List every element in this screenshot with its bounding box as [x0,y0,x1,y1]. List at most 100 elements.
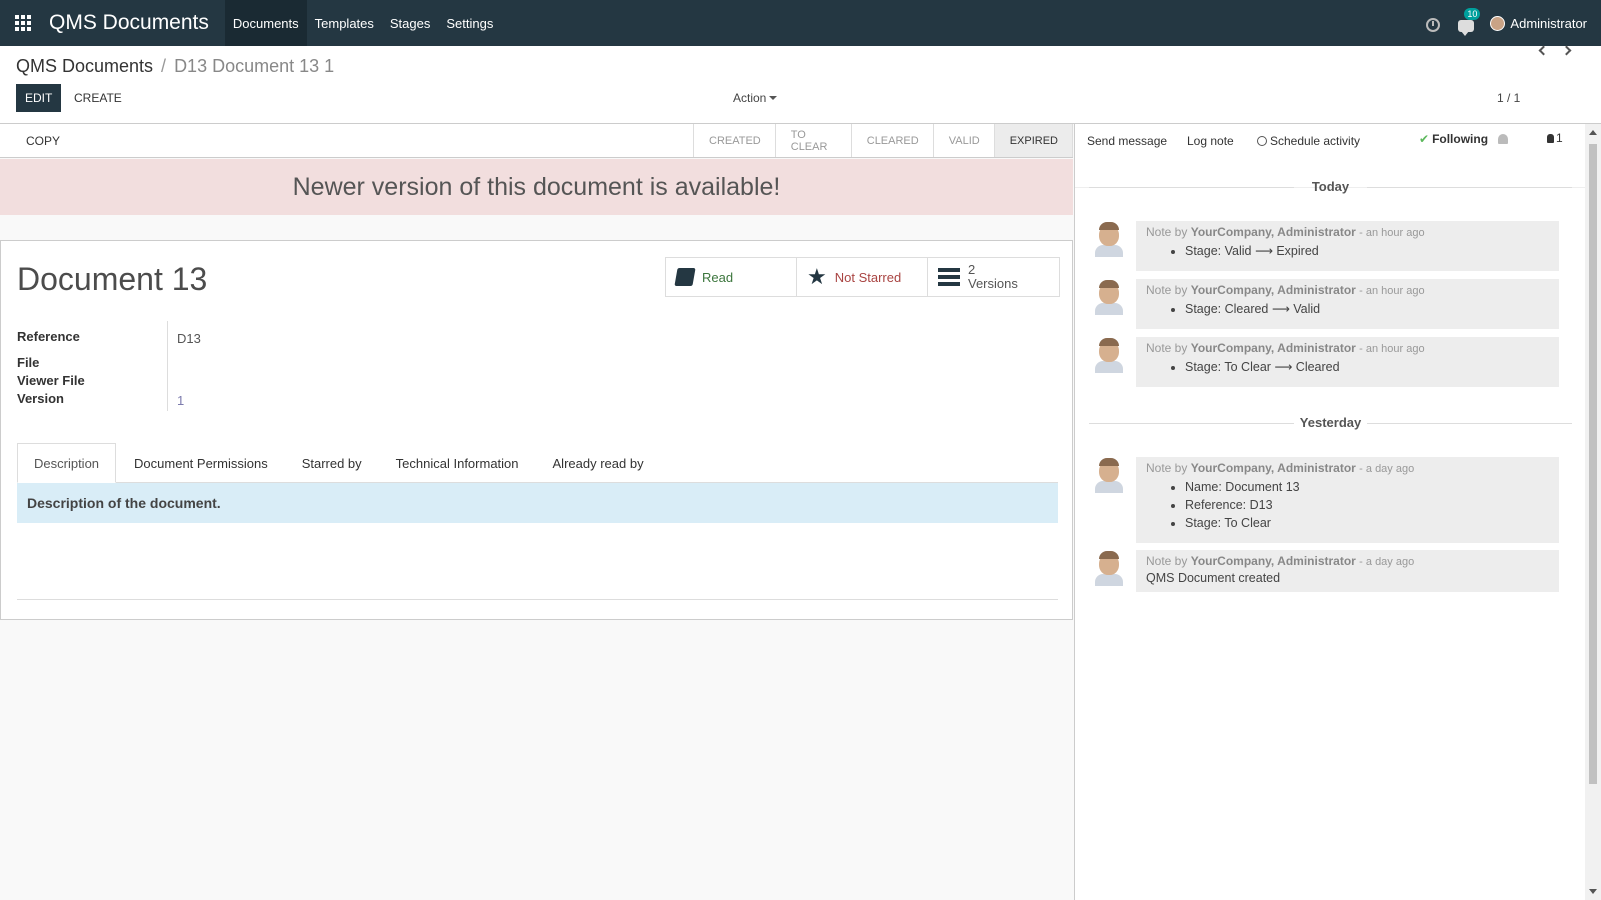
tracking-value: Name: Document 13 [1185,478,1549,496]
read-button[interactable]: Read [666,258,797,296]
message-author[interactable]: YourCompany, Administrator [1191,554,1356,568]
tracking-value: Stage: To Clear [1185,514,1549,532]
user-avatar[interactable] [1490,15,1506,31]
copy-button[interactable]: COPY [26,134,60,148]
not-starred-label: Not Starred [834,269,902,285]
tracking-value: Reference: D13 [1185,496,1549,514]
apps-menu-icon[interactable] [0,0,46,46]
caret-down-icon [769,96,778,100]
tab-technical-information[interactable]: Technical Information [380,443,535,483]
log-note-button[interactable]: Log note [1187,134,1234,148]
author-avatar[interactable] [1095,551,1123,589]
reference-label: Reference [17,329,80,344]
message-author[interactable]: YourCompany, Administrator [1191,461,1356,475]
person-icon [1547,134,1554,143]
schedule-activity-button[interactable]: Schedule activity [1257,134,1360,148]
author-avatar[interactable] [1095,338,1123,376]
menu-item-stages[interactable]: Stages [382,0,438,46]
message-date: - a day ago [1359,463,1415,475]
message-author[interactable]: YourCompany, Administrator [1191,341,1356,355]
message-prefix: Note by [1146,283,1188,297]
chat-counter-badge: 10 [1464,8,1481,20]
following-label: Following [1432,132,1489,146]
form-view: COPY CREATED TO CLEAR CLEARED VALID EXPI… [0,124,1073,900]
edit-button[interactable]: EDIT [16,84,62,112]
newer-version-alert: Newer version of this document is availa… [0,159,1073,215]
chevron-right-icon [1561,45,1572,56]
followers-button[interactable]: 1 [1547,131,1563,145]
tab-document-permissions[interactable]: Document Permissions [118,443,284,483]
stage-to-clear[interactable]: TO CLEAR [776,124,852,157]
list-icon [938,268,960,286]
versions-label: Versions [968,276,1018,291]
star-button[interactable]: ★ Not Starred [797,258,928,296]
tab-description[interactable]: Description [17,443,117,483]
stage-created[interactable]: CREATED [694,124,776,157]
field-divider [167,321,168,411]
following-button[interactable]: ✔ Following [1419,132,1488,146]
read-label: Read [702,269,734,285]
form-sheet: Document 13 Read ★ Not Starred 2 Version… [0,240,1073,620]
breadcrumb-root-link[interactable]: QMS Documents [16,56,153,77]
author-avatar[interactable] [1095,458,1123,496]
scrollbar-thumb[interactable] [1589,144,1597,784]
menu-item-documents[interactable]: Documents [224,0,307,46]
control-panel: QMS Documents / D13 Document 13 1 EDIT C… [0,46,1601,124]
message-date: - an hour ago [1359,285,1425,297]
message-prefix: Note by [1146,341,1188,355]
versions-count: 2 [968,262,976,277]
versions-button[interactable]: 2 Versions [928,258,1059,296]
tab-starred-by[interactable]: Starred by [286,443,378,483]
reference-value: D13 [177,331,201,346]
top-navbar: QMS Documents Documents Templates Stages… [0,0,1601,46]
version-value[interactable]: 1 [177,393,184,408]
message-date: - an hour ago [1359,343,1425,355]
scroll-down-arrow-icon[interactable] [1589,889,1597,894]
tracking-value: Stage: Cleared ⟶ Valid [1185,300,1549,318]
pager-previous-button[interactable] [1537,44,1549,58]
main-menu: Documents Templates Stages Settings [224,0,501,46]
vertical-scrollbar[interactable] [1585,124,1601,900]
file-label: File [17,355,40,370]
breadcrumb: QMS Documents / D13 Document 13 1 [16,56,334,77]
chevron-left-icon [1538,45,1549,56]
menu-item-templates[interactable]: Templates [307,0,382,46]
stage-valid[interactable]: VALID [934,124,995,157]
message-prefix: Note by [1146,461,1188,475]
message-author[interactable]: YourCompany, Administrator [1191,283,1356,297]
author-avatar[interactable] [1095,222,1123,260]
message-date: - a day ago [1359,556,1415,568]
bell-icon[interactable] [1498,134,1508,144]
app-brand[interactable]: QMS Documents [49,11,209,35]
stage-expired[interactable]: EXPIRED [994,124,1073,157]
stage-cleared[interactable]: CLEARED [852,124,934,157]
pager-next-button[interactable] [1561,44,1573,58]
navbar-systray: 10 Administrator [1426,0,1587,46]
menu-item-settings[interactable]: Settings [438,0,501,46]
versions-stat: 2 Versions [968,263,1018,291]
chatter-message: Note by YourCompany, Administrator - a d… [1136,550,1559,592]
sheet-divider [17,599,1058,600]
activity-clock-icon[interactable] [1426,17,1441,32]
scroll-up-arrow-icon[interactable] [1589,130,1597,135]
user-menu-name[interactable]: Administrator [1510,16,1587,31]
notebook-tabs: Description Document Permissions Starred… [17,443,1058,483]
message-prefix: Note by [1146,554,1188,568]
followers-count: 1 [1556,131,1563,145]
clock-icon [1257,136,1267,146]
check-icon: ✔ [1419,132,1430,146]
send-message-button[interactable]: Send message [1087,134,1167,148]
action-dropdown[interactable]: Action [733,91,778,105]
author-avatar[interactable] [1095,280,1123,318]
messaging-menu[interactable]: 10 [1458,8,1481,36]
create-button[interactable]: CREATE [74,84,122,112]
date-separator-yesterday: Yesterday [1075,415,1586,430]
star-icon: ★ [807,264,827,289]
message-author[interactable]: YourCompany, Administrator [1191,225,1356,239]
chat-icon[interactable] [1458,20,1475,36]
pager-value[interactable]: 1 / 1 [1497,91,1520,105]
tab-already-read-by[interactable]: Already read by [537,443,660,483]
smart-buttons: Read ★ Not Starred 2 Versions [665,257,1060,297]
document-title: Document 13 [17,261,208,297]
breadcrumb-current: D13 Document 13 1 [174,56,335,76]
